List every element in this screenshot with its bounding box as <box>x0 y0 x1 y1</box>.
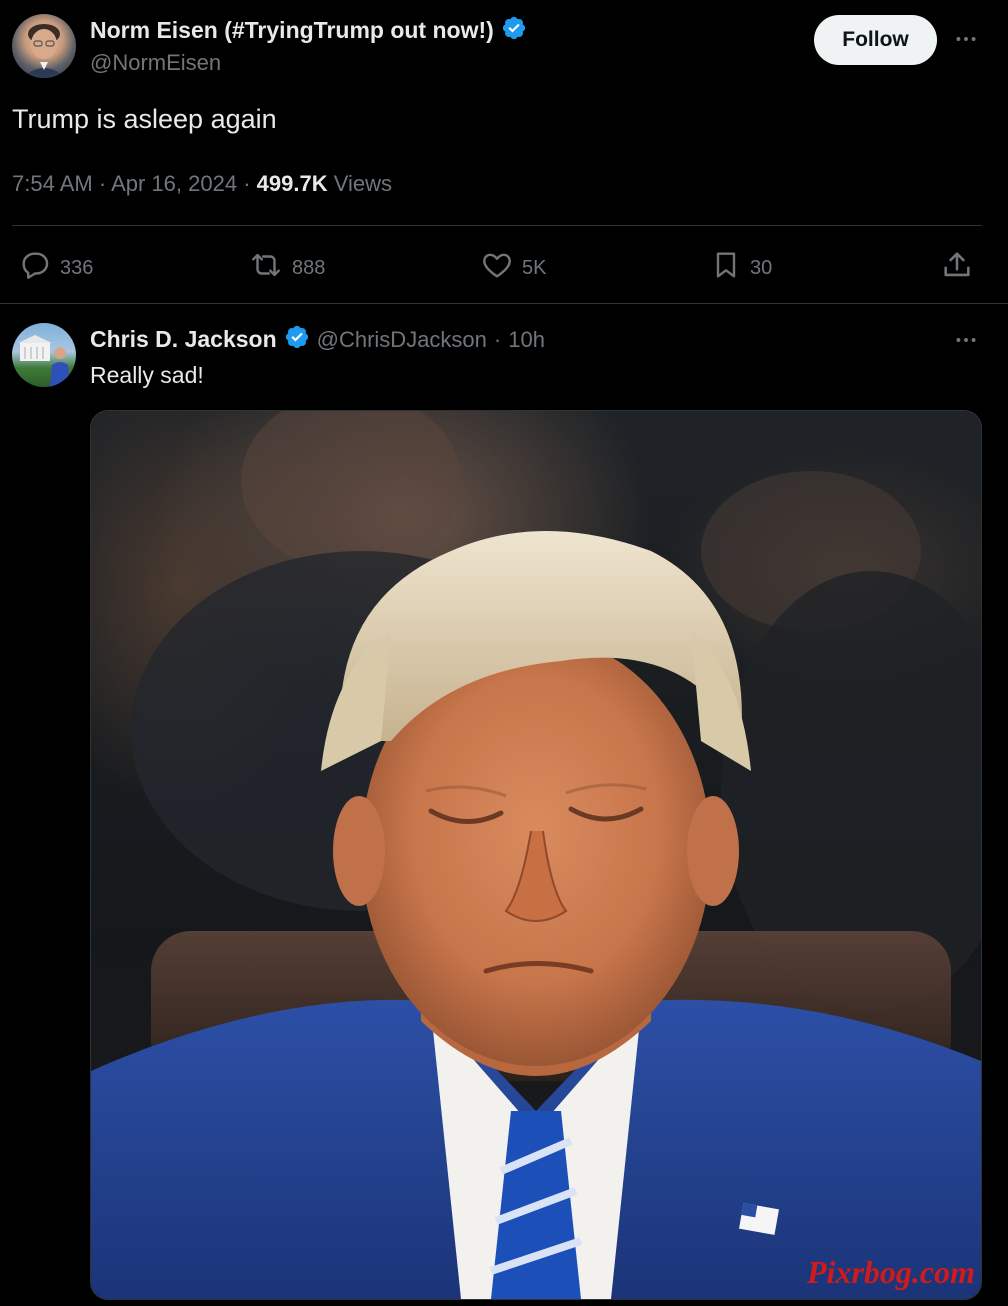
tweet-date[interactable]: Apr 16, 2024 <box>111 171 237 196</box>
like-count: 5K <box>522 256 547 279</box>
watermark: Pixrbog.com <box>806 1254 975 1290</box>
tweet-text: Trump is asleep again <box>12 104 277 134</box>
main-author-name[interactable]: Norm Eisen (#TryingTrump out now!) <box>90 17 494 44</box>
main-author-avatar[interactable] <box>12 14 76 78</box>
repost-button[interactable]: 888 <box>248 248 325 288</box>
main-author-handle[interactable]: @NormEisen <box>90 50 221 76</box>
reply-text: Really sad! <box>90 362 204 388</box>
repost-icon <box>248 248 284 288</box>
reply-count: 336 <box>60 256 94 279</box>
views-label: Views <box>333 171 393 196</box>
tweet-meta: 7:54 AM · Apr 16, 2024 · 499.7K Views <box>12 171 393 196</box>
reply-author-name[interactable]: Chris D. Jackson <box>90 326 277 353</box>
reply-author-handle[interactable]: @ChrisDJackson <box>317 327 487 353</box>
bookmark-count: 30 <box>750 256 773 279</box>
more-icon[interactable] <box>953 26 979 57</box>
divider <box>12 225 982 226</box>
like-button[interactable]: 5K <box>480 248 546 288</box>
verified-badge-icon <box>284 324 310 355</box>
share-icon[interactable] <box>940 248 974 287</box>
reply-photo[interactable]: Pixrbog.com <box>90 410 982 1300</box>
reply-icon <box>18 248 52 288</box>
reply-author-avatar[interactable] <box>12 323 76 387</box>
divider <box>0 303 1008 304</box>
views-count: 499.7K <box>256 171 328 196</box>
reply-age[interactable]: 10h <box>508 327 545 353</box>
follow-button[interactable]: Follow <box>814 15 937 65</box>
tweet-time[interactable]: 7:54 AM <box>12 171 93 196</box>
reply-button[interactable]: 336 <box>18 248 93 288</box>
verified-badge-icon <box>501 15 527 46</box>
bookmark-icon <box>710 248 742 288</box>
photo-illustration: Pixrbog.com <box>91 411 981 1299</box>
repost-count: 888 <box>292 256 326 279</box>
bookmark-button[interactable]: 30 <box>710 248 772 288</box>
more-icon[interactable] <box>953 327 979 358</box>
like-icon <box>480 248 514 288</box>
